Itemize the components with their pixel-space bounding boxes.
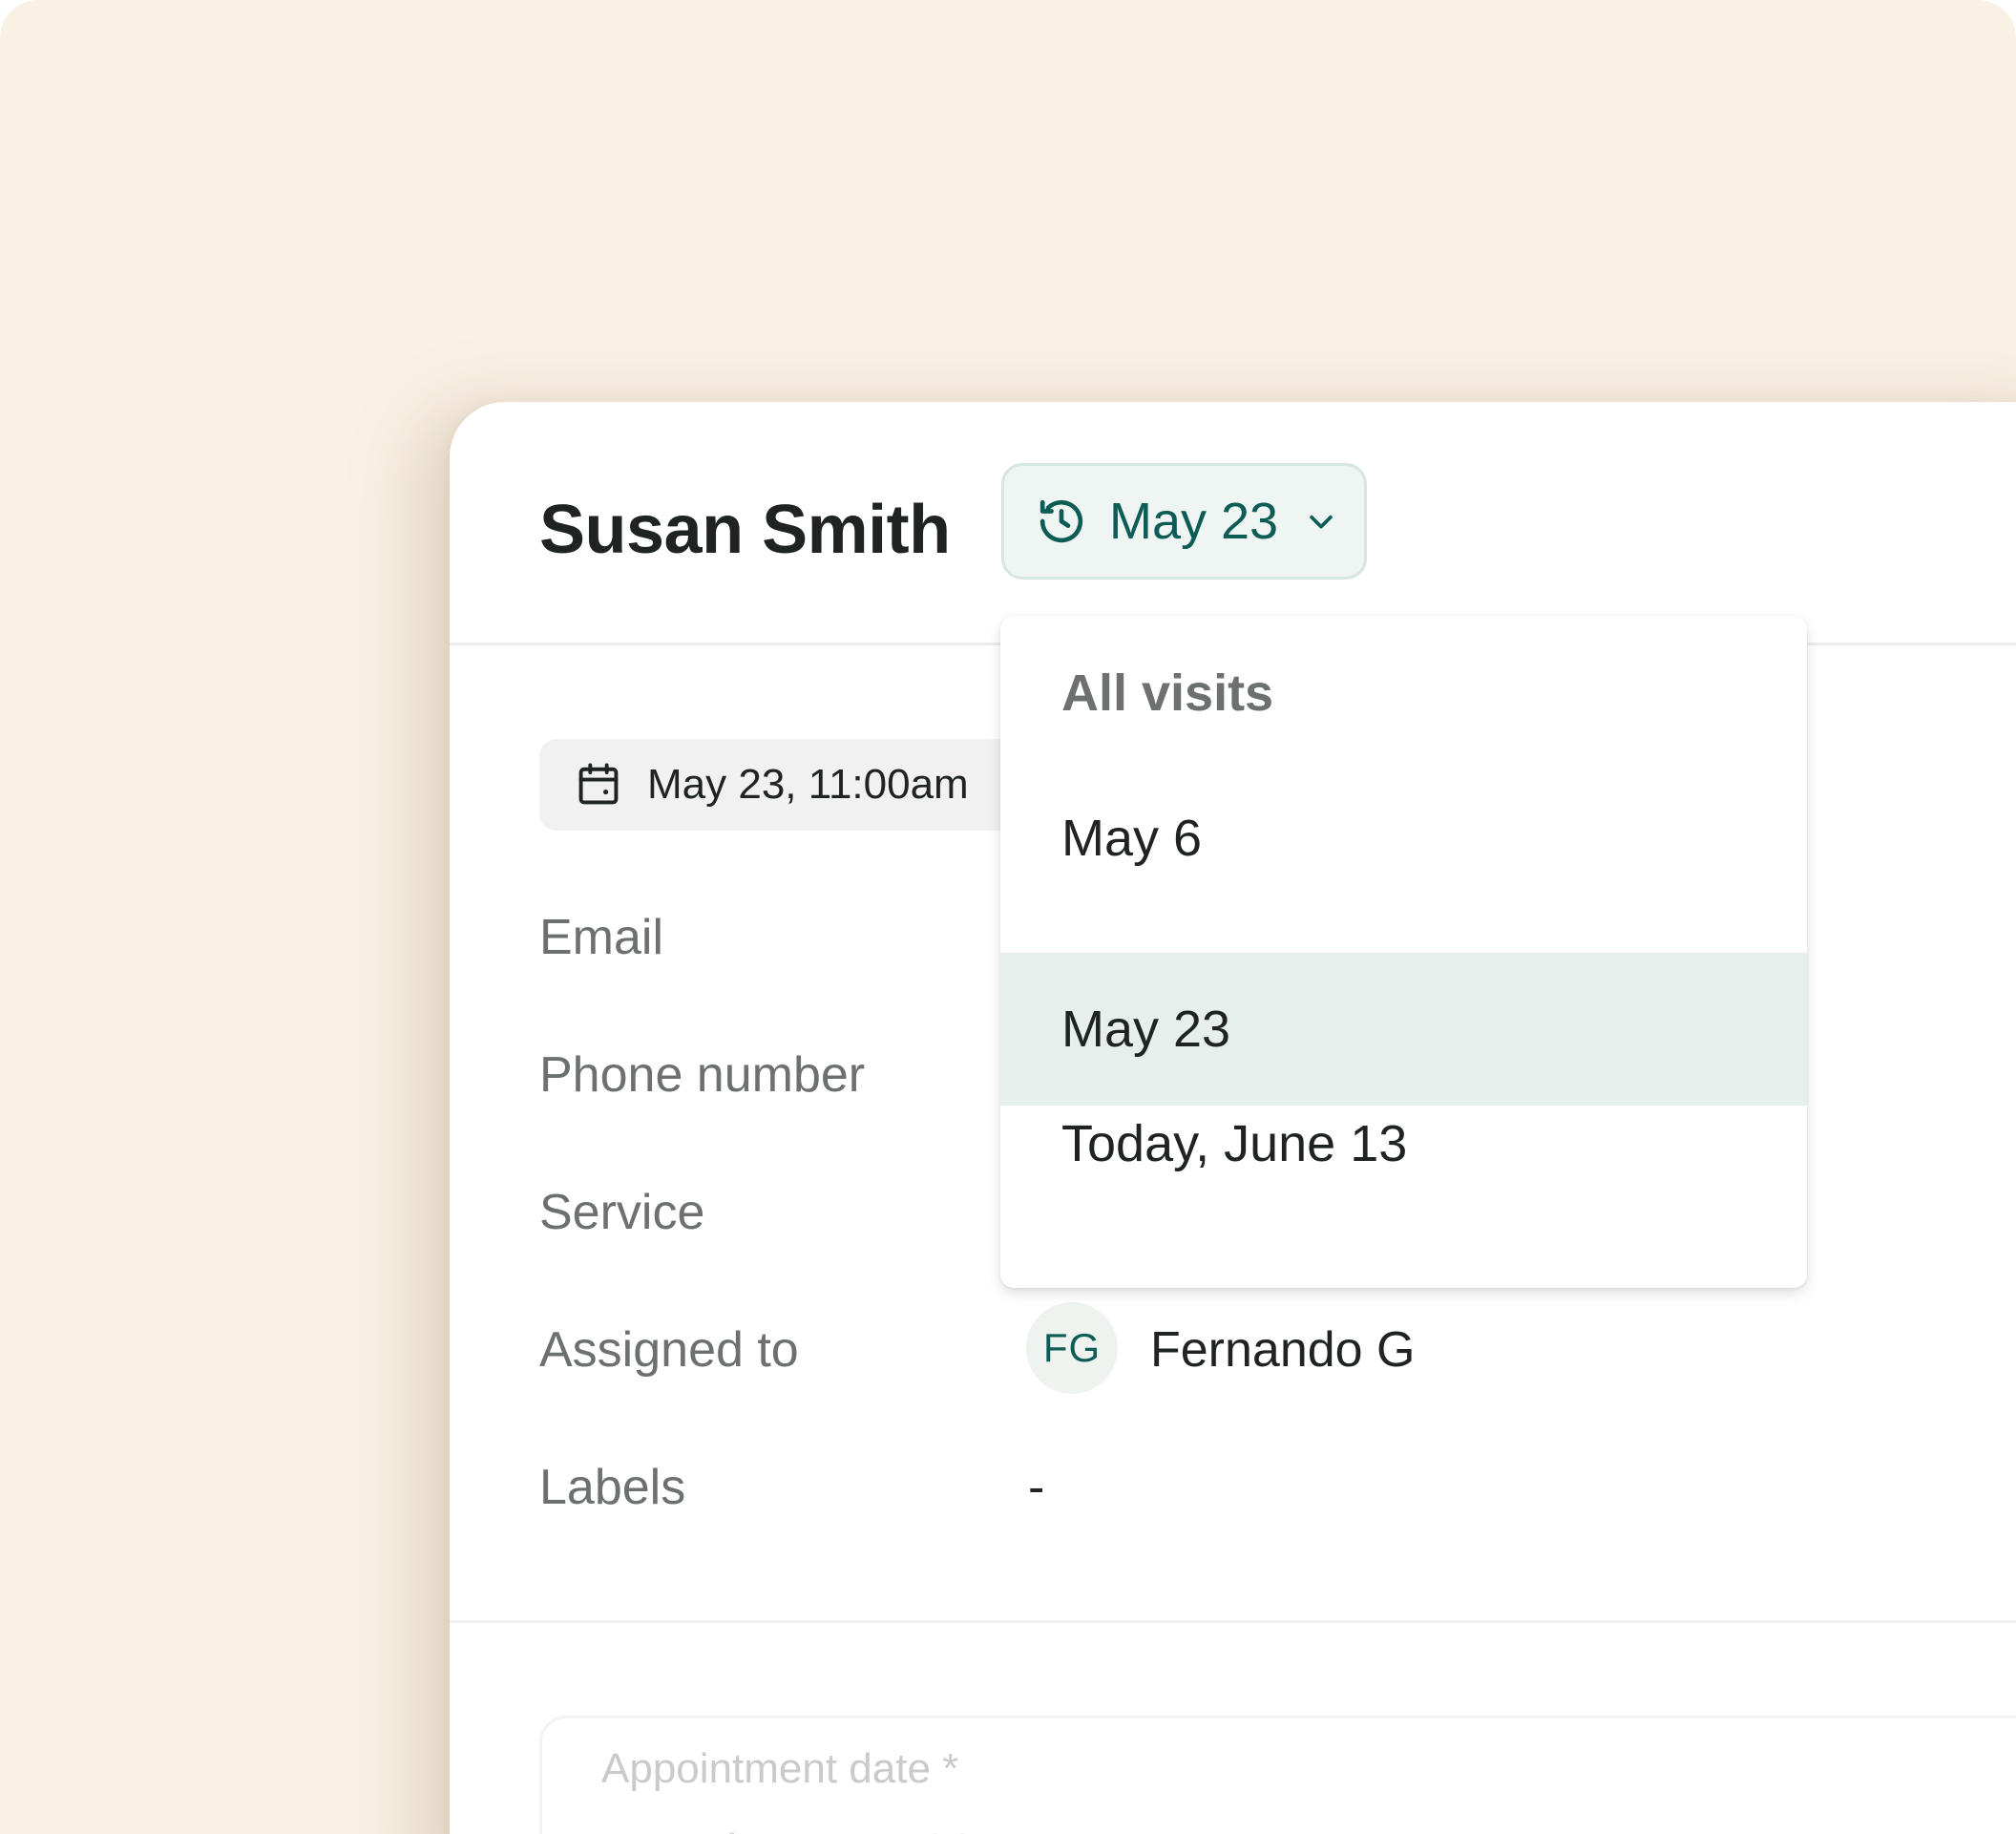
visit-selector-label: May 23 bbox=[1109, 493, 1279, 550]
email-label: Email bbox=[539, 910, 664, 965]
appointment-date-chip: May 23, 11:00am bbox=[539, 739, 1036, 831]
client-name-title: Susan Smith bbox=[539, 492, 951, 568]
app-backdrop: Susan Smith May 23 May 23, 11:00am Email… bbox=[0, 0, 2016, 1834]
labels-value: - bbox=[1028, 1460, 1045, 1515]
phone-number-label: Phone number bbox=[539, 1047, 866, 1103]
assignee-avatar: FG bbox=[1026, 1302, 1118, 1394]
calendar-icon bbox=[574, 760, 623, 810]
appointment-date-field[interactable]: Appointment date * Tuesday, May 23 bbox=[539, 1716, 2016, 1834]
chevron-down-icon bbox=[1305, 505, 1337, 538]
assignee-name: Fernando G bbox=[1150, 1322, 1416, 1378]
visit-dropdown-menu: All visits May 6 May 23 Today, June 13 bbox=[1000, 616, 1807, 1288]
service-label: Service bbox=[539, 1185, 705, 1240]
dropdown-item-today-june-13[interactable]: Today, June 13 bbox=[1000, 1067, 1807, 1220]
appointment-date-field-label: Appointment date * bbox=[601, 1745, 959, 1792]
history-icon bbox=[1035, 495, 1088, 548]
section-divider bbox=[450, 1620, 2016, 1623]
panel-header: Susan Smith May 23 bbox=[450, 402, 2016, 645]
visit-selector-button[interactable]: May 23 bbox=[1001, 463, 1367, 580]
labels-label: Labels bbox=[539, 1460, 686, 1515]
assigned-to-label: Assigned to bbox=[539, 1322, 799, 1378]
dropdown-item-may-6[interactable]: May 6 bbox=[1000, 762, 1807, 915]
appointment-date-field-value: Tuesday, May 23 bbox=[601, 1823, 976, 1834]
appointment-date-chip-label: May 23, 11:00am bbox=[647, 761, 969, 808]
dropdown-header-all-visits: All visits bbox=[1061, 664, 1274, 722]
